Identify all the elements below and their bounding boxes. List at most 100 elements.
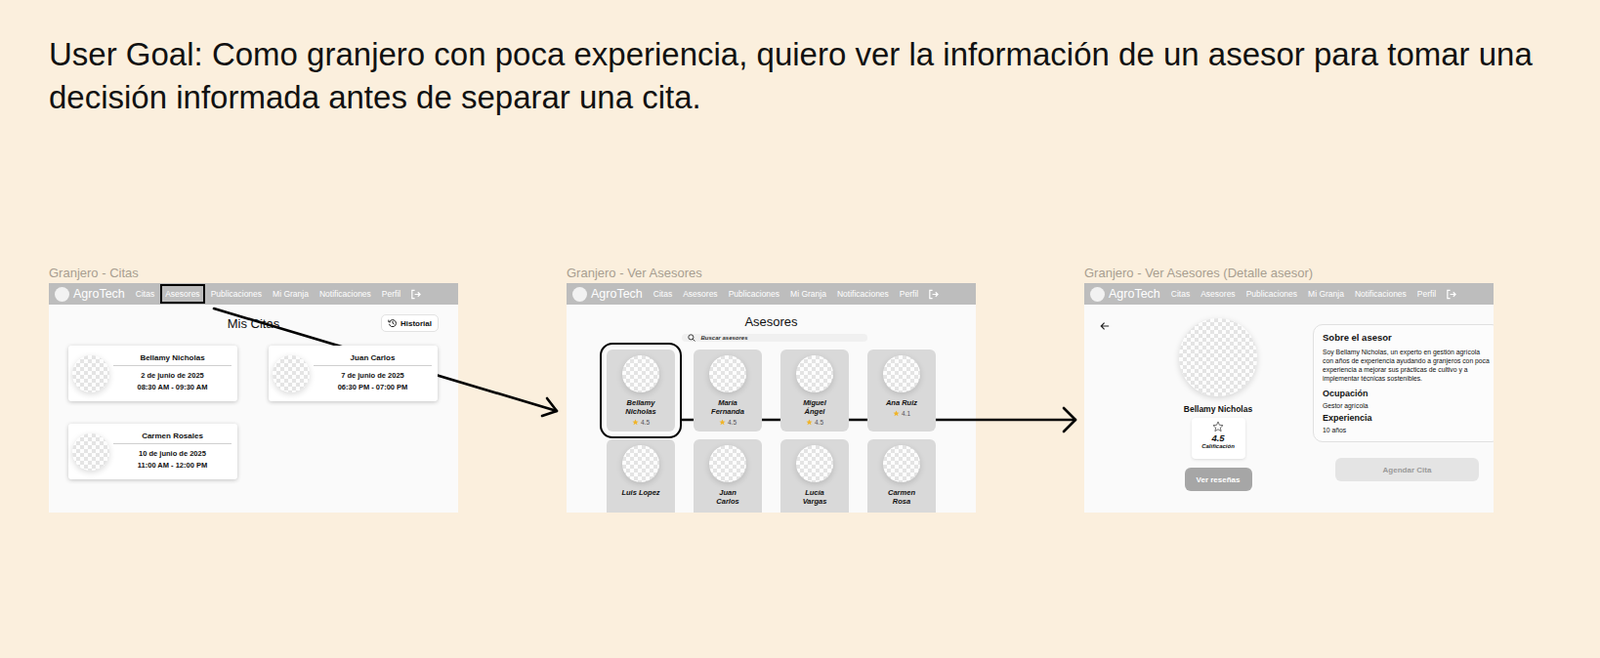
divider [113,365,232,367]
nav-item[interactable]: Publicaciones [727,288,781,300]
schedule-button[interactable]: Agendar Cita [1335,458,1479,482]
search-placeholder: Buscar asesores [701,335,749,341]
advisor-rating: 4.5 [718,419,737,426]
advisor-name: Ana Ruiz [881,398,923,408]
logo-icon [1090,287,1105,302]
advisor-name: Luis Lopez [620,488,662,498]
logo-text: AgroTech [590,287,643,301]
advisor-card[interactable]: Luis Lopez [606,439,675,513]
occupation-label: Ocupación [1322,388,1492,399]
star-icon [892,410,900,418]
nav-item[interactable]: Notificaciones [1353,288,1408,300]
advisor-name: María Fernanda [707,398,749,417]
nav-bar: AgroTech Citas Asesores Publicaciones Mi Gr… [1084,283,1494,305]
advisor-card[interactable]: Carmen Rosa [867,439,936,513]
nav-bar: AgroTech Citas Asesores Publicaciones Mi Gr… [48,283,459,305]
star-icon [631,419,639,426]
appointment-card[interactable]: Carmen Rosales 10 de junio de 2025 11:00… [68,423,238,480]
experience-label: Experiencia [1322,413,1492,423]
appointment-info: Carmen Rosales 10 de junio de 2025 11:00… [113,431,232,472]
appointment-info: Juan Carlos 7 de junio de 2025 06:30 PM … [313,353,432,394]
appointment-time: 08:30 AM - 09:30 AM [113,381,232,394]
advisor-name: Carmen Rosa [881,488,923,506]
nav-item[interactable]: Mi Granja [789,288,828,300]
advisor-name: Lucía Vargas [794,488,836,506]
search-icon [687,334,696,342]
logo[interactable]: AgroTech [572,287,643,302]
advisor-detail-body: Bellamy Nicholas 4.5 Calificación Ver re… [1084,304,1494,513]
citas-body: Mis Citas Historial Bellamy Nicholas 2 d… [48,304,459,513]
about-title: Sobre el asesor [1322,332,1492,343]
nav-item[interactable]: Notificaciones [318,288,373,300]
rating-value: 4.5 [1211,432,1224,444]
nav-item[interactable]: Perfil [1416,288,1437,300]
advisor-card[interactable]: Ana Ruiz 4.1 [867,349,936,432]
nav-item[interactable]: Citas [1170,288,1191,300]
history-icon [387,318,398,329]
appointment-time: 06:30 PM - 07:00 PM [313,381,432,394]
nav-item[interactable]: Mi Granja [1306,288,1346,300]
appointment-card[interactable]: Juan Carlos 7 de junio de 2025 06:30 PM … [268,345,438,402]
advisor-rating: 4.5 [805,419,824,426]
nav-item[interactable]: Perfil [380,288,402,300]
history-button[interactable]: Historial [380,314,439,333]
logout-icon[interactable] [410,289,422,300]
avatar-placeholder [1178,318,1258,397]
advisor-name: Miguel Ángel [794,398,836,417]
screen-frame: AgroTech Citas Asesores Publicaciones Mi Gr… [1084,283,1494,513]
screen-column: Granjero - Ver Asesores (Detalle asesor)… [1084,265,1494,513]
nav-item[interactable]: Asesores [164,288,201,300]
avatar-placeholder [72,355,110,393]
user-goal-title: User Goal: Como granjero con poca experi… [48,33,1552,120]
appointment-name: Bellamy Nicholas [113,353,232,363]
about-panel: Sobre el asesor Soy Bellamy Nicholas, un… [1312,324,1494,443]
logo-text: AgroTech [1108,287,1161,301]
nav-item[interactable]: Asesores [681,288,718,300]
avatar-placeholder [72,433,110,471]
rating-box: 4.5 Calificación [1191,418,1246,460]
advisor-card[interactable]: Bellamy Nicholas 4.5 [606,349,675,432]
avatar-placeholder [272,355,310,393]
logo[interactable]: AgroTech [54,287,126,302]
arrow-citas-to-asesores [213,308,557,417]
back-arrow-icon[interactable] [1099,321,1110,332]
appointment-time: 11:00 AM - 12:00 PM [113,460,232,472]
avatar-placeholder [709,355,747,393]
reviews-button[interactable]: Ver reseñas [1184,467,1253,492]
nav-item[interactable]: Citas [134,288,156,300]
search-field[interactable]: Buscar asesores [681,334,868,342]
advisor-card[interactable]: Miguel Ángel 4.5 [780,349,849,432]
nav-bar: AgroTech Citas Asesores Publicaciones Mi Gr… [566,283,976,305]
advisor-rating: 4.5 [631,419,650,426]
logout-icon[interactable] [1445,289,1457,300]
avatar-placeholder [622,445,660,483]
divider [113,443,232,445]
avatar-placeholder [622,355,660,393]
avatar-placeholder [796,445,834,483]
nav-item[interactable]: Asesores [1199,288,1236,300]
nav-items: Citas Asesores Publicaciones Mi Granja Notif… [134,288,422,300]
nav-item[interactable]: Citas [652,288,674,300]
appointment-info: Bellamy Nicholas 2 de junio de 2025 08:3… [113,353,232,394]
appointment-card[interactable]: Bellamy Nicholas 2 de junio de 2025 08:3… [68,345,238,402]
advisor-card[interactable]: Juan Carlos [693,439,762,513]
nav-item[interactable]: Publicaciones [210,288,263,300]
nav-item[interactable]: Perfil [898,288,920,300]
divider [313,365,432,367]
advisor-name: Bellamy Nicholas [620,398,662,417]
screen-frame: AgroTech Citas Asesores Publicaciones Mi Gr… [48,283,459,513]
avatar-placeholder [709,445,747,483]
advisor-grid: Bellamy Nicholas 4.5 María Fernanda 4.5 … [606,349,936,513]
nav-item[interactable]: Publicaciones [1245,288,1299,300]
nav-item[interactable]: Mi Granja [271,288,310,300]
appointment-list: Bellamy Nicholas 2 de junio de 2025 08:3… [68,345,439,480]
nav-item[interactable]: Notificaciones [836,288,890,300]
logout-icon[interactable] [927,289,939,300]
logo[interactable]: AgroTech [1090,287,1161,302]
advisor-name: Bellamy Nicholas [1183,404,1253,415]
advisor-card[interactable]: Lucía Vargas [780,439,849,513]
logo-text: AgroTech [73,287,126,301]
page-heading: Asesores [744,314,798,330]
advisor-card[interactable]: María Fernanda 4.5 [693,349,762,432]
nav-items: Citas Asesores Publicaciones Mi Granja Notif… [1170,288,1457,300]
